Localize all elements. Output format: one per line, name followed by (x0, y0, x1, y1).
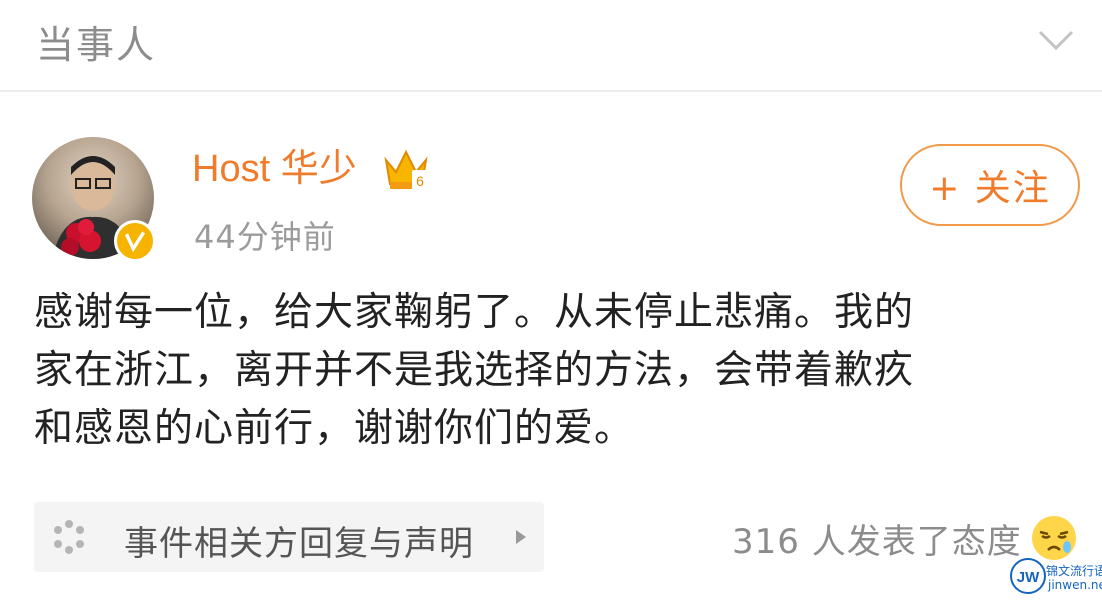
page-header: 当事人 (0, 0, 1102, 92)
topic-dots-icon (54, 520, 84, 554)
chevron-down-icon[interactable] (1036, 24, 1076, 54)
watermark-text: 锦文流行语 (1046, 564, 1102, 578)
caret-right-icon (516, 530, 526, 544)
crown-icon[interactable]: 6 (382, 146, 430, 192)
post-line: 感谢每一位，给大家鞠躬了。从未停止悲痛。我的 (34, 290, 915, 335)
sad-emoji-icon[interactable] (1030, 514, 1078, 562)
post-line: 家在浙江，离开并不是我选择的方法，会带着歉疚 (34, 348, 915, 393)
post-line: 和感恩的心前行，谢谢你们的爱。 (34, 406, 635, 451)
watermark-url: jinwen.net (1048, 578, 1102, 592)
svg-text:JW: JW (1017, 569, 1040, 586)
username-row: Host 华少 (192, 144, 357, 194)
page-title: 当事人 (36, 23, 157, 67)
topic-label: 事件相关方回复与声明 (124, 524, 474, 564)
topic-card[interactable]: 事件相关方回复与声明 (34, 502, 544, 572)
post-body: 感谢每一位，给大家鞠躬了。从未停止悲痛。我的 家在浙江，离开并不是我选择的方法，… (34, 284, 1074, 458)
watermark-logo: JW (1010, 558, 1046, 594)
svg-text:6: 6 (416, 173, 424, 189)
follow-button[interactable]: + 关注 (900, 144, 1080, 226)
username[interactable]: Host 华少 (192, 148, 357, 190)
reactions-count[interactable]: 316 人发表了态度 (732, 514, 1022, 563)
post-timestamp: 44分钟前 (194, 218, 336, 256)
verified-v-icon (114, 220, 156, 262)
